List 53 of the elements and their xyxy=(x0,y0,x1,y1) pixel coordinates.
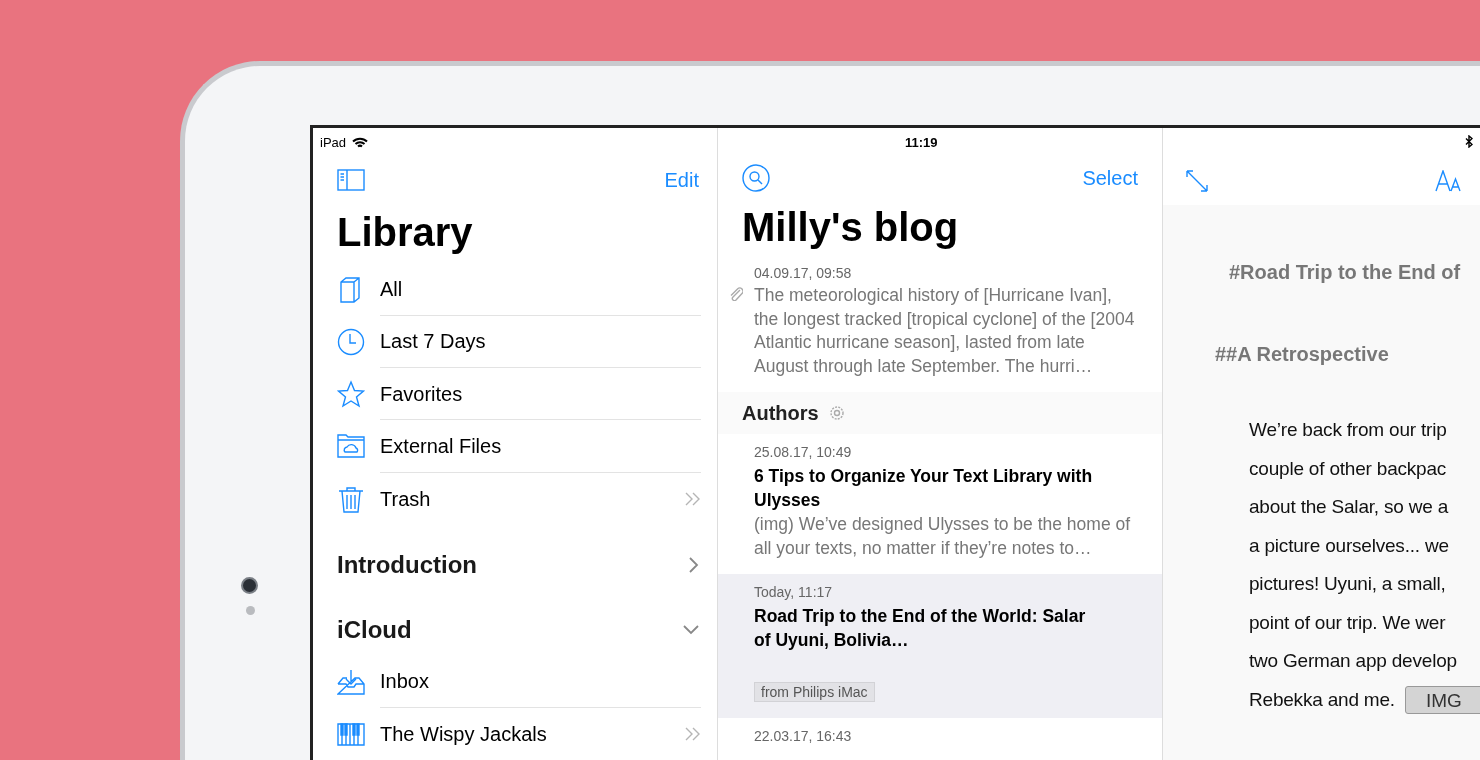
search-icon xyxy=(742,163,770,192)
bluetooth-icon xyxy=(1465,135,1473,148)
sheet-title: Road Trip to the End of the World: Salar of Uyuni, Bolivia… xyxy=(754,605,1087,652)
sidebar-item[interactable]: All xyxy=(313,263,717,316)
heading-text: ##A Retrospective xyxy=(1215,342,1389,367)
sidebar-toggle-icon xyxy=(337,169,365,192)
sheet-date: Today, 11:17 xyxy=(754,583,834,602)
chevron-down-icon xyxy=(683,624,699,635)
page-title: Milly's blog xyxy=(741,204,960,252)
sensor-icon xyxy=(246,606,255,615)
body-text-line: couple of other backpac xyxy=(1249,456,1447,481)
folder-cloud-icon xyxy=(337,432,365,461)
body-text-line: pictures! Uyuni, a small, xyxy=(1249,572,1446,596)
sheet-excerpt: (img) We’ve designed Ulysses to be the home of all your texts, no matter if they’re notes to… xyxy=(754,513,1132,560)
gear-icon xyxy=(828,405,845,422)
sheet-item[interactable]: Today, 11:17 Road Trip to the End of the World: Salar of Uyuni, Bolivia… from Philips iMac xyxy=(718,574,1162,718)
sidebar-item[interactable]: External Files xyxy=(313,420,717,473)
page-title: Library xyxy=(336,209,474,257)
sheet-date: 04.09.17, 09:58 xyxy=(754,264,853,284)
body-text-line: about the Salar, so we a xyxy=(1249,495,1449,519)
sheet-excerpt: The meteorological history of [Hurricane Ivan], the longest tracked [tropical cyclone] of the [2004 Atlantic hurricane season], lasted from late August through late September. The hurri… xyxy=(754,284,1136,378)
sidebar-item[interactable]: Favorites xyxy=(313,368,717,421)
sidebar-item[interactable]: Trash xyxy=(313,472,717,525)
clock-time: 11:19 xyxy=(905,134,938,152)
section-header[interactable]: iCloud xyxy=(313,590,717,656)
device-name: iPad xyxy=(320,134,347,152)
sheet-date: 22.03.17, 16:43 xyxy=(754,727,853,746)
body-text-line: Rebekka and me. xyxy=(1249,687,1395,712)
chevron-right-icon xyxy=(689,556,699,573)
body-text-line: point of our trip. We wer xyxy=(1249,610,1446,635)
expand-icon xyxy=(1185,168,1209,193)
body-text-line: We’re back from our trip xyxy=(1249,418,1447,442)
star-icon xyxy=(337,380,365,409)
trash-icon xyxy=(337,484,365,513)
double-chevron-icon xyxy=(685,491,701,506)
sidebar-item[interactable]: Last 7 Days xyxy=(313,315,717,369)
wifi-icon xyxy=(352,136,369,149)
double-chevron-icon xyxy=(685,726,701,741)
sheet-title: 6 Tips to Organize Your Text Library with Ulysses xyxy=(754,465,1094,512)
font-size-icon xyxy=(1435,169,1463,192)
inbox-tray-icon xyxy=(337,667,365,696)
paperclip-icon xyxy=(729,287,743,302)
sheet-date: 25.08.17, 10:49 xyxy=(754,443,853,462)
clock-icon xyxy=(337,327,365,356)
body-text-line: a picture ourselves... we xyxy=(1249,533,1449,558)
heading-text: #Road Trip to the End of xyxy=(1229,260,1461,285)
sidebar-item[interactable]: The Wispy Jackals xyxy=(313,707,717,760)
body-text-line: two German app develop xyxy=(1249,649,1457,673)
image-button[interactable]: IMG xyxy=(1404,685,1480,714)
group-title: Authors xyxy=(742,401,819,427)
tag-label: from Philips iMac xyxy=(754,682,875,702)
sidebar-item[interactable]: Inbox xyxy=(313,655,717,708)
section-header[interactable]: Introduction xyxy=(313,524,717,591)
